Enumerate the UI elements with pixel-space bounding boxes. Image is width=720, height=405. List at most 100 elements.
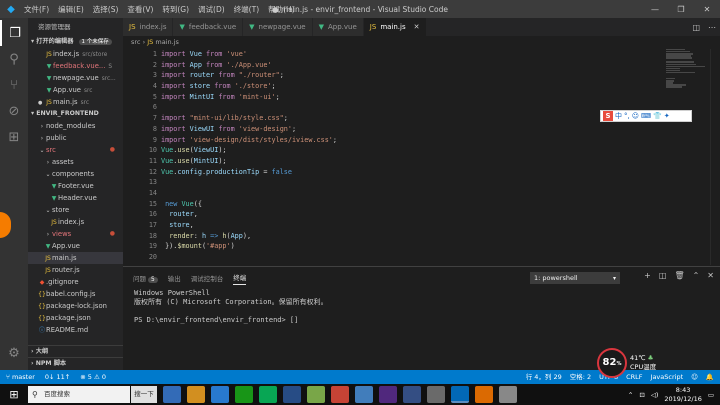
close-panel-icon[interactable]: ✕: [707, 271, 714, 280]
ime-item[interactable]: ☺: [632, 112, 639, 120]
file-tree-item[interactable]: {}package.json: [28, 312, 123, 324]
taskbar-app-icon[interactable]: [403, 386, 421, 403]
close-icon[interactable]: ✕: [694, 0, 720, 18]
minimize-icon[interactable]: —: [642, 0, 668, 18]
ime-item[interactable]: ⌨: [641, 112, 651, 120]
close-tab-icon[interactable]: ✕: [414, 18, 420, 36]
split-editor-icon[interactable]: ◫: [692, 23, 700, 32]
outline-section[interactable]: › 大纲: [28, 345, 123, 357]
file-tree-item[interactable]: {}package-lock.json: [28, 300, 123, 312]
file-tree-item[interactable]: ▼ Footer.vue: [28, 180, 123, 192]
taskbar-app-icon[interactable]: [283, 386, 301, 403]
npm-scripts-section[interactable]: › NPM 脚本: [28, 357, 123, 369]
sync-indicator[interactable]: 0↓ 11↑: [45, 370, 70, 384]
taskbar-app-icon[interactable]: [163, 386, 181, 403]
notifications-icon[interactable]: 🔔: [706, 370, 714, 384]
panel-tab[interactable]: 问题 5: [133, 273, 158, 283]
settings-gear-icon[interactable]: ⚙: [0, 340, 28, 366]
taskbar-app-icon[interactable]: [355, 386, 373, 403]
file-tree-item[interactable]: ⌄src ●: [28, 144, 123, 156]
file-tree-item[interactable]: JSindex.js: [28, 216, 123, 228]
taskbar-app-icon[interactable]: [259, 386, 277, 403]
terminal-output[interactable]: Windows PowerShell 版权所有 (C) Microsoft Cor…: [123, 289, 720, 325]
network-icon[interactable]: ⊡: [639, 391, 644, 399]
taskbar-app-icon[interactable]: [379, 386, 397, 403]
file-tree-item[interactable]: ⓘREADME.md: [28, 324, 123, 336]
menu-item[interactable]: 终端(T): [234, 4, 259, 15]
unsaved-dot-icon[interactable]: ●: [38, 97, 45, 109]
taskbar-search-button[interactable]: 搜一下: [131, 386, 157, 403]
volume-icon[interactable]: ◁): [651, 391, 659, 399]
minimap[interactable]: [666, 49, 706, 99]
ime-item[interactable]: ✦: [664, 112, 670, 120]
open-editor-item[interactable]: ▼ feedback.vue... S: [28, 60, 123, 72]
branch-indicator[interactable]: ⑂ master: [6, 370, 35, 384]
file-tree-item[interactable]: ▼ Header.vue: [28, 192, 123, 204]
file-tree-item[interactable]: › public: [28, 132, 123, 144]
ime-item[interactable]: 👕: [653, 112, 662, 120]
clock[interactable]: 8:43 2019/12/16: [664, 386, 701, 404]
cpu-usage-widget[interactable]: 82%: [597, 348, 627, 378]
open-editor-item[interactable]: JSindex.js src/store: [28, 48, 123, 60]
panel-tab[interactable]: 调试控制台: [191, 273, 224, 283]
split-terminal-icon[interactable]: ◫: [659, 271, 667, 280]
file-tree-item[interactable]: {}babel.config.js: [28, 288, 123, 300]
ime-item[interactable]: °,: [624, 112, 630, 120]
windows-start-icon[interactable]: ⊞: [0, 384, 28, 405]
file-tree-item[interactable]: JSrouter.js: [28, 264, 123, 276]
ime-item[interactable]: 中: [615, 111, 622, 121]
menu-item[interactable]: 调试(D): [198, 4, 225, 15]
source-control-icon[interactable]: ⑂: [0, 72, 28, 98]
file-tree-item[interactable]: ◆ .gitignore: [28, 276, 123, 288]
file-tree-item[interactable]: JSmain.js: [28, 252, 123, 264]
taskbar-app-icon[interactable]: [331, 386, 349, 403]
breadcrumb-folder[interactable]: src: [131, 38, 141, 46]
debug-icon[interactable]: ⊘: [0, 98, 28, 124]
explorer-icon[interactable]: ❐: [0, 20, 28, 46]
file-tree-item[interactable]: ⌄components: [28, 168, 123, 180]
menu-item[interactable]: 文件(F): [24, 4, 49, 15]
taskbar-app-icon[interactable]: [427, 386, 445, 403]
code-area[interactable]: import Vue from 'vue' import App from './…: [161, 49, 337, 265]
ime-toolbar[interactable]: S 中 °, ☺ ⌨ 👕 ✦: [600, 110, 692, 122]
file-tree-item[interactable]: ⌄store: [28, 204, 123, 216]
tab-feedback-vue[interactable]: ▼ feedback.vue: [173, 18, 244, 36]
code-editor[interactable]: 123456789101112131415161718192021 import…: [123, 49, 720, 265]
language-mode[interactable]: JavaScript: [651, 370, 684, 384]
menu-item[interactable]: 编辑(E): [58, 4, 84, 15]
breadcrumb-file[interactable]: main.js: [155, 38, 179, 46]
file-tree-item[interactable]: ▼ App.vue: [28, 240, 123, 252]
tab-main-js[interactable]: JS main.js ✕: [363, 18, 427, 36]
more-actions-icon[interactable]: ⋯: [708, 23, 716, 32]
indentation[interactable]: 空格: 2: [570, 370, 591, 384]
line-ending[interactable]: CRLF: [626, 370, 642, 384]
menu-item[interactable]: 查看(V): [127, 4, 153, 15]
open-editors-header[interactable]: ▾ 打开的编辑器 1 个未保存: [28, 36, 123, 48]
extensions-icon[interactable]: ⊞: [0, 124, 28, 150]
taskbar-app-icon[interactable]: [187, 386, 205, 403]
panel-tab[interactable]: 终端: [233, 272, 247, 285]
cursor-position[interactable]: 行 4，列 29: [526, 370, 562, 384]
tab-index-js[interactable]: JS index.js: [123, 18, 174, 36]
kill-terminal-icon[interactable]: 🗑: [674, 271, 684, 280]
file-tree-item[interactable]: › views ●: [28, 228, 123, 240]
panel-tab[interactable]: 输出: [168, 273, 181, 283]
file-tree-item[interactable]: › node_modules: [28, 120, 123, 132]
open-editor-item[interactable]: ▼ App.vue src: [28, 84, 123, 96]
tray-chevron-icon[interactable]: ⌃: [628, 391, 633, 399]
taskbar-search-input[interactable]: ⚲ 百度搜索: [28, 386, 130, 403]
tab-newpage-vue[interactable]: ▼ newpage.vue: [243, 18, 313, 36]
search-icon[interactable]: ⚲: [0, 46, 28, 72]
new-terminal-icon[interactable]: +: [644, 271, 651, 280]
terminal-select[interactable]: 1: powershell ▾: [530, 272, 620, 284]
taskbar-app-icon[interactable]: [235, 386, 253, 403]
maximize-panel-icon[interactable]: ⌃: [693, 271, 700, 280]
action-center-icon[interactable]: ▭: [708, 391, 714, 399]
vertical-scrollbar[interactable]: [710, 49, 720, 265]
menu-item[interactable]: 转到(G): [162, 4, 189, 15]
maximize-icon[interactable]: ❐: [668, 0, 694, 18]
feedback-icon[interactable]: ☺: [691, 370, 698, 384]
taskbar-app-icon[interactable]: [475, 386, 493, 403]
tab-app-vue[interactable]: ▼ App.vue: [312, 18, 364, 36]
problems-indicator[interactable]: ⊗ 5 ⚠ 0: [80, 370, 106, 384]
